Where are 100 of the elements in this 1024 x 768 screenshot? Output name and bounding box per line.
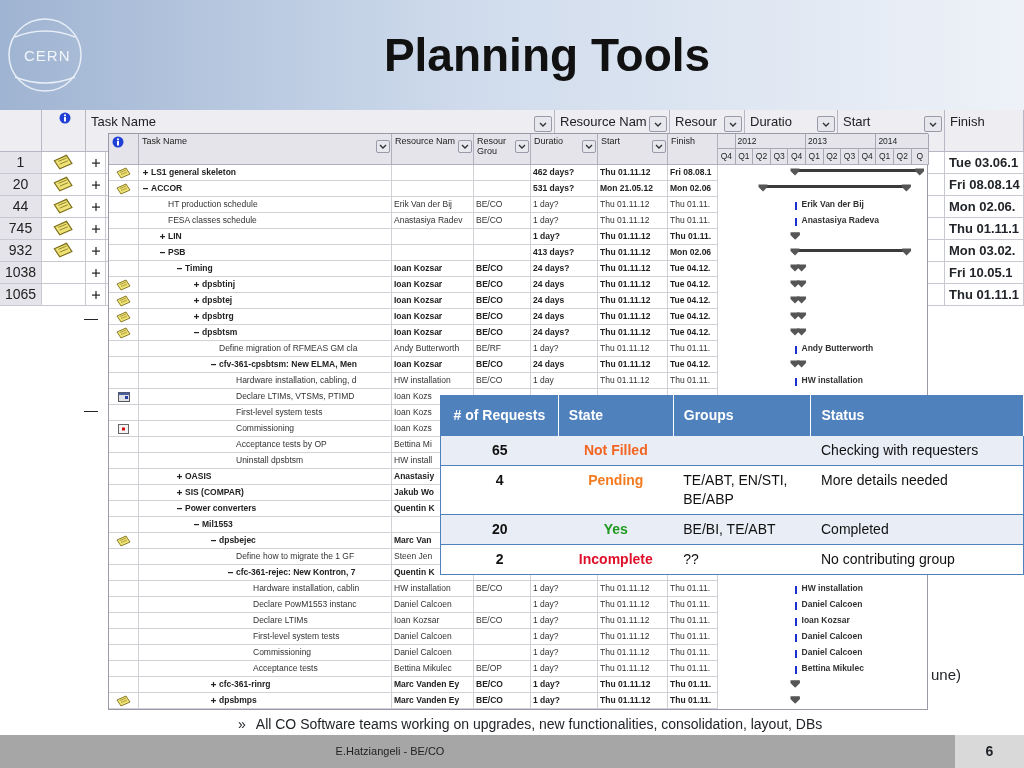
plus-icon[interactable] — [177, 474, 182, 479]
table-cell-text: BE/CO — [476, 694, 503, 707]
table-cell-text: Daniel Calcoen — [394, 646, 452, 659]
table-cell: 4 — [495, 472, 504, 488]
table-cell-text: Thu 01.11. — [670, 198, 710, 211]
column-header: Duratio — [534, 136, 563, 146]
table-cell-text: Thu 01.11.12 — [600, 230, 651, 243]
task-name: dpsbtinj — [202, 278, 236, 291]
table-cell-text: Ioan Kozsar — [394, 294, 443, 307]
table-cell-text: Mon 03.02. — [949, 241, 1016, 260]
plus-icon[interactable] — [91, 246, 100, 255]
table-cell-text: Thu 01.11. — [670, 694, 712, 707]
filter-button[interactable] — [458, 140, 472, 153]
logo-text: CERN — [24, 46, 71, 66]
column-header: Start — [601, 136, 620, 146]
table-cell: No contributing group — [821, 551, 955, 567]
table-cell-text: Thu 01.11.12 — [600, 214, 650, 227]
row-number: 1038 — [0, 262, 42, 284]
task-name: LIN — [168, 230, 182, 243]
table-cell-text: 1 day? — [533, 198, 559, 211]
column-header: Resour Grou — [477, 136, 507, 156]
table-cell-text: Quentin K — [394, 502, 435, 515]
resource-label: HW installation — [801, 374, 863, 387]
caret-icon — [729, 121, 737, 127]
filter-button[interactable] — [582, 140, 596, 153]
caret-icon — [929, 121, 937, 127]
note-icon — [116, 166, 131, 179]
table-cell-text: 1 day? — [533, 694, 560, 707]
note-icon — [53, 220, 74, 237]
table-cell-text: 24 days — [533, 278, 565, 291]
task-bar — [794, 202, 797, 210]
plus-icon[interactable] — [177, 490, 182, 495]
resource-label: HW installation — [801, 582, 863, 595]
plus-icon[interactable] — [194, 298, 199, 303]
resource-label: Erik Van der Bij — [801, 198, 864, 211]
plus-icon[interactable] — [160, 234, 165, 239]
quarter-label: Q1 — [805, 149, 824, 164]
note-icon — [116, 294, 131, 307]
note-icon — [53, 242, 74, 259]
plus-icon[interactable] — [91, 268, 100, 277]
summary-bar — [789, 296, 807, 304]
quarter-label: Q4 — [718, 149, 736, 164]
column-header: Finish — [950, 113, 985, 131]
task-name: dpsbtsm — [202, 326, 238, 339]
task-name: Declare PowM1553 instanc — [253, 598, 357, 611]
task-name: dpsbtrg — [202, 310, 234, 323]
table-cell-text: HW installation — [394, 582, 451, 595]
summary-bar — [789, 280, 807, 288]
table-cell-text: BE/CO — [476, 582, 503, 595]
table-cell-text: Thu 01.11.12 — [600, 630, 650, 643]
table-cell-text: Ioan Kozsar — [394, 278, 443, 291]
task-name: cfc-361-rejec: New Kontron, 7 — [236, 566, 356, 579]
table-cell-text: Thu 01.11.12 — [600, 246, 651, 259]
plus-icon[interactable] — [91, 202, 100, 211]
table-cell: 65 — [491, 442, 508, 458]
plus-icon[interactable] — [194, 282, 199, 287]
task-bar — [794, 586, 797, 594]
table-cell-text: Marc Vanden Ey — [394, 678, 460, 691]
table-cell: 20 — [491, 521, 508, 537]
filter-button[interactable] — [515, 140, 529, 153]
filter-button[interactable] — [652, 140, 666, 153]
filter-button[interactable] — [376, 140, 390, 153]
table-cell-text: 1 day? — [533, 630, 559, 643]
plus-icon[interactable] — [194, 314, 199, 319]
bullet-dash: — — [84, 309, 98, 328]
table-cell-text: 1 day? — [533, 614, 559, 627]
plus-icon[interactable] — [91, 180, 100, 189]
caret-icon — [585, 144, 593, 149]
table-cell-text: Tue 03.06.1 — [949, 153, 1019, 172]
table-cell-text: 1 day? — [533, 678, 560, 691]
plus-icon[interactable] — [91, 158, 100, 167]
calendar-icon — [117, 391, 130, 402]
table-cell-text: 24 days — [533, 310, 565, 323]
state-label: Not Filled — [583, 442, 648, 458]
table-cell-text: Anastasiy — [394, 470, 435, 483]
table-cell-text: Fri 08.08.14 — [949, 175, 1020, 194]
page-number: 6 — [955, 735, 1024, 768]
table-cell-text: Jakub Wo — [394, 486, 434, 499]
plus-icon[interactable] — [211, 682, 216, 687]
plus-icon[interactable] — [91, 290, 100, 299]
caret-icon — [379, 144, 387, 149]
plus-icon[interactable] — [211, 698, 216, 703]
table-cell-text: Tue 04.12. — [670, 262, 711, 275]
table-cell-text: BE/CO — [476, 294, 503, 307]
table-cell-text: Thu 01.11. — [670, 630, 710, 643]
table-cell-text: Ioan Kozsar — [394, 326, 443, 339]
caret-icon — [461, 144, 469, 149]
table-cell-text: Bettina Mikulec — [394, 662, 452, 675]
table-cell-text: Ioan Kozs — [394, 390, 432, 403]
plus-icon[interactable] — [143, 170, 148, 175]
table-cell-text: Marc Van — [394, 534, 432, 547]
milestone-icon — [789, 696, 800, 704]
task-name: Commissioning — [236, 422, 295, 435]
table-cell-text: HW installation — [394, 374, 451, 387]
quarter-label: Q4 — [858, 149, 877, 164]
bullet-dash: — — [84, 401, 98, 420]
plus-icon[interactable] — [91, 224, 100, 233]
task-bar — [794, 666, 797, 674]
table-cell-text: Thu 01.11.12 — [600, 598, 650, 611]
logo-icon — [5, 15, 85, 95]
